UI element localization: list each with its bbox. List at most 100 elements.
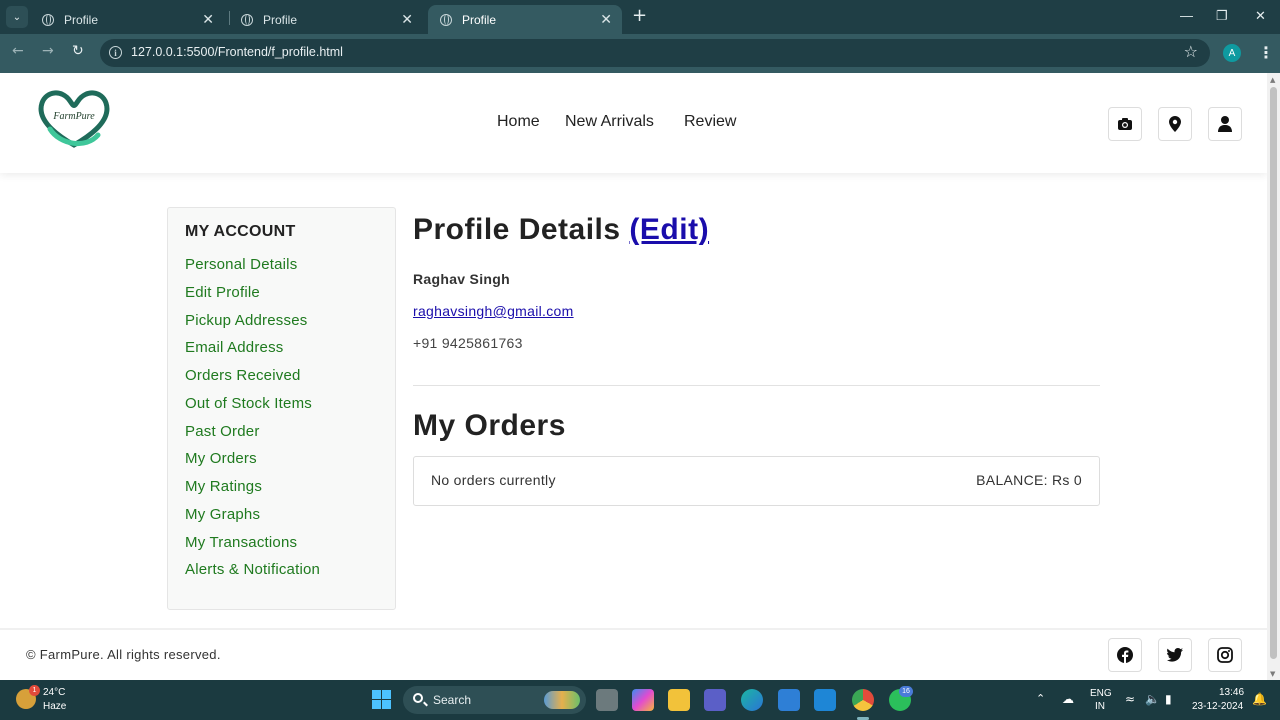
- volume-icon[interactable]: 🔈: [1145, 692, 1160, 706]
- logo-text: FarmPure: [52, 111, 95, 122]
- copilot-icon[interactable]: [632, 689, 654, 711]
- balance-text: BALANCE: Rs 0: [976, 472, 1082, 488]
- sidebar-item-alerts[interactable]: Alerts & Notification: [185, 561, 320, 578]
- site-info-icon[interactable]: i: [109, 46, 122, 59]
- camera-icon: [1118, 118, 1132, 130]
- address-bar[interactable]: i 127.0.0.1:5500/Frontend/f_profile.html…: [100, 39, 1210, 67]
- browser-tab-1[interactable]: Profile ✕: [30, 5, 224, 34]
- account-sidebar: MY ACCOUNT Personal Details Edit Profile…: [167, 207, 396, 610]
- weather-temperature[interactable]: 24°C: [43, 687, 65, 698]
- footer-divider: [0, 628, 1267, 630]
- sidebar-item-my-orders[interactable]: My Orders: [185, 450, 257, 467]
- nav-review[interactable]: Review: [684, 113, 736, 131]
- teams-icon[interactable]: [704, 689, 726, 711]
- sidebar-item-orders-received[interactable]: Orders Received: [185, 367, 301, 384]
- profile-phone: +91 9425861763: [413, 335, 523, 351]
- edit-profile-link[interactable]: (Edit): [629, 213, 709, 246]
- whatsapp-badge: 16: [899, 686, 913, 697]
- user-icon: [1218, 116, 1232, 132]
- location-button[interactable]: [1158, 107, 1192, 141]
- account-button[interactable]: [1208, 107, 1242, 141]
- sidebar-item-personal-details[interactable]: Personal Details: [185, 256, 297, 273]
- camera-button[interactable]: [1108, 107, 1142, 141]
- new-tab-button[interactable]: +: [632, 7, 647, 25]
- chrome-icon[interactable]: [852, 689, 874, 711]
- sidebar-item-email-address[interactable]: Email Address: [185, 339, 283, 356]
- tab-title: Profile: [462, 12, 497, 27]
- browser-toolbar: ← → ↻ i 127.0.0.1:5500/Frontend/f_profil…: [0, 34, 1280, 73]
- orders-empty-text: No orders currently: [431, 472, 556, 488]
- back-arrow-icon[interactable]: ←: [12, 43, 24, 59]
- twitter-button[interactable]: [1158, 638, 1192, 672]
- profile-name: Raghav Singh: [413, 271, 510, 287]
- sidebar-item-out-of-stock[interactable]: Out of Stock Items: [185, 395, 312, 412]
- scrollbar-thumb[interactable]: [1270, 87, 1277, 659]
- section-divider: [413, 385, 1100, 386]
- close-tab-icon[interactable]: ✕: [202, 11, 214, 28]
- sidebar-item-pickup-addresses[interactable]: Pickup Addresses: [185, 312, 307, 329]
- edge-icon[interactable]: [741, 689, 763, 711]
- language-top[interactable]: ENG: [1090, 688, 1112, 699]
- tab-title: Profile: [263, 12, 298, 27]
- language-bottom[interactable]: IN: [1095, 701, 1105, 712]
- facebook-icon: [1117, 647, 1133, 663]
- weather-badge: 1: [29, 685, 40, 696]
- vscode-icon[interactable]: [814, 689, 836, 711]
- taskbar-search-label: Search: [433, 693, 472, 707]
- sidebar-item-my-transactions[interactable]: My Transactions: [185, 534, 297, 551]
- sidebar-item-past-order[interactable]: Past Order: [185, 423, 260, 440]
- farmpure-logo[interactable]: FarmPure: [36, 85, 112, 151]
- tray-chevron-up-icon[interactable]: ⌃: [1036, 692, 1045, 705]
- tab-title: Profile: [64, 12, 99, 27]
- task-view-icon[interactable]: [596, 689, 618, 711]
- sidebar-item-my-ratings[interactable]: My Ratings: [185, 478, 262, 495]
- close-window-icon[interactable]: ✕: [1255, 8, 1266, 24]
- weather-description[interactable]: Haze: [43, 701, 66, 712]
- globe-icon: [42, 13, 54, 26]
- sidebar-heading: MY ACCOUNT: [185, 223, 296, 240]
- instagram-button[interactable]: [1208, 638, 1242, 672]
- twitter-icon: [1167, 648, 1183, 662]
- nav-home[interactable]: Home: [497, 113, 540, 131]
- scroll-down-arrow-icon[interactable]: ▼: [1270, 670, 1275, 678]
- site-header: FarmPure Home New Arrivals Review: [0, 73, 1267, 173]
- notification-bell-icon[interactable]: 🔔: [1252, 692, 1267, 706]
- battery-icon[interactable]: ▮: [1165, 692, 1172, 706]
- tab-search-menu-button[interactable]: ⌄: [6, 6, 28, 28]
- clock-time[interactable]: 13:46: [1219, 687, 1244, 698]
- wifi-icon[interactable]: ≈: [1125, 692, 1135, 706]
- windows-start-icon[interactable]: [372, 690, 391, 709]
- url-text[interactable]: 127.0.0.1:5500/Frontend/f_profile.html: [131, 45, 343, 59]
- sidebar-item-edit-profile[interactable]: Edit Profile: [185, 284, 260, 301]
- orders-card: No orders currently BALANCE: Rs 0: [413, 456, 1100, 506]
- file-explorer-icon[interactable]: [668, 689, 690, 711]
- browser-tab-2[interactable]: Profile ✕: [229, 5, 423, 34]
- browser-menu-icon[interactable]: ⋮: [1258, 43, 1274, 62]
- search-highlight-icon: [544, 691, 580, 709]
- clock-date[interactable]: 23-12-2024: [1192, 701, 1243, 712]
- reload-icon[interactable]: ↻: [72, 43, 84, 59]
- facebook-button[interactable]: [1108, 638, 1142, 672]
- profile-email-link[interactable]: raghavsingh@gmail.com: [413, 303, 574, 319]
- globe-icon: [440, 13, 452, 26]
- my-orders-heading: My Orders: [413, 409, 566, 442]
- browser-profile-avatar[interactable]: A: [1223, 44, 1241, 62]
- close-tab-icon[interactable]: ✕: [401, 11, 413, 28]
- maximize-window-icon[interactable]: ❐: [1216, 8, 1228, 24]
- footer-copyright: © FarmPure. All rights reserved.: [26, 647, 221, 662]
- close-tab-icon[interactable]: ✕: [600, 11, 612, 28]
- page-scrollbar[interactable]: ▲ ▼: [1267, 73, 1280, 680]
- page-viewport: FarmPure Home New Arrivals Review MY ACC…: [0, 73, 1267, 680]
- profile-title-text: Profile Details: [413, 213, 621, 246]
- minimize-window-icon[interactable]: —: [1180, 8, 1193, 23]
- taskbar-search[interactable]: Search: [403, 686, 586, 714]
- onedrive-icon[interactable]: ☁: [1062, 692, 1074, 706]
- sidebar-item-my-graphs[interactable]: My Graphs: [185, 506, 260, 523]
- windows-taskbar: 1 24°C Haze Search 16 ⌃ ☁ ENG IN ≈ 🔈 ▮ 1…: [0, 680, 1280, 720]
- store-icon[interactable]: [778, 689, 800, 711]
- forward-arrow-icon[interactable]: →: [42, 43, 54, 59]
- browser-tab-3-active[interactable]: Profile ✕: [428, 5, 622, 34]
- nav-new-arrivals[interactable]: New Arrivals: [565, 113, 654, 131]
- bookmark-star-icon[interactable]: ☆: [1184, 42, 1198, 61]
- scroll-up-arrow-icon[interactable]: ▲: [1270, 76, 1275, 84]
